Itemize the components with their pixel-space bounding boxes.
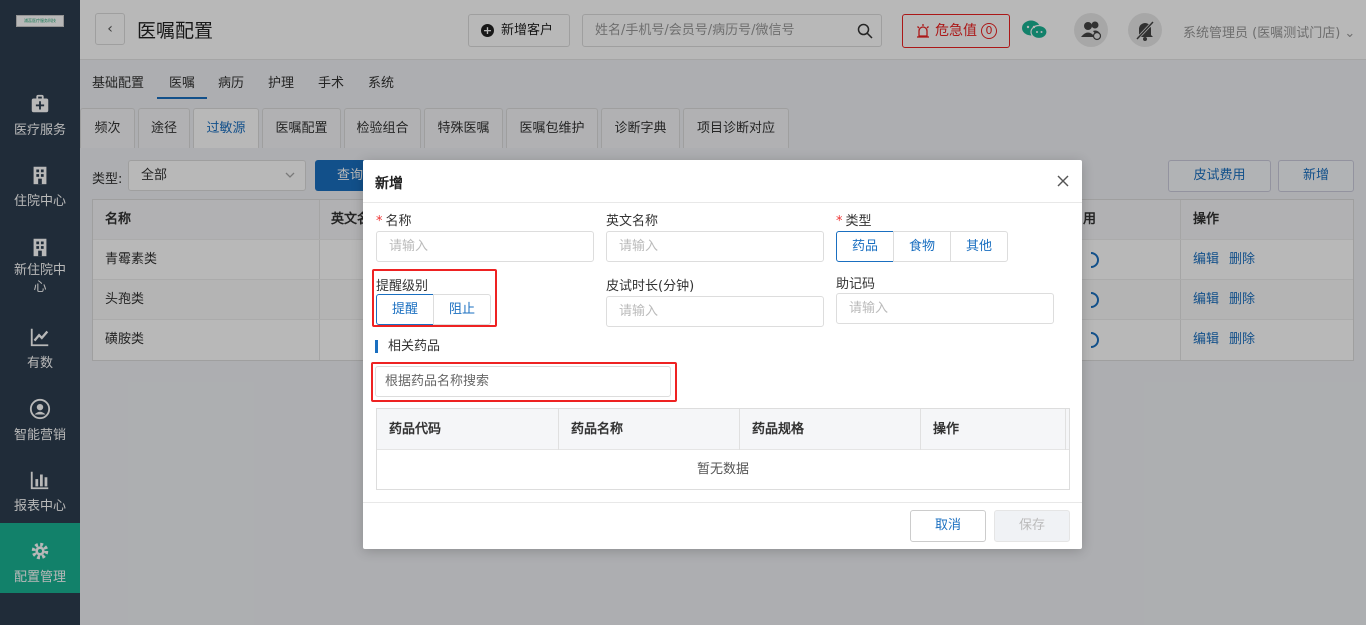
mnemonic-label: 助记码 bbox=[836, 277, 876, 292]
empty-state-text: 暂无数据 bbox=[696, 462, 749, 477]
type-option-drug[interactable]: 药品 bbox=[836, 231, 894, 262]
cancel-button[interactable]: 取消 bbox=[910, 510, 986, 542]
drug-table-header: 药品代码 药品名称 药品规格 操作 bbox=[377, 409, 1069, 450]
skin-test-duration-label: 皮试时长(分钟) bbox=[606, 279, 695, 294]
dialog-divider bbox=[363, 202, 1082, 203]
name-label: * 名称 bbox=[376, 214, 412, 229]
mnemonic-input[interactable] bbox=[836, 293, 1054, 324]
close-icon[interactable] bbox=[1056, 174, 1070, 188]
related-drugs-title: 相关药品 bbox=[375, 340, 440, 353]
col-drug-name: 药品名称 bbox=[571, 422, 624, 437]
col-drug-code: 药品代码 bbox=[389, 422, 442, 437]
related-drugs-table: 药品代码 药品名称 药品规格 操作 暂无数据 bbox=[376, 408, 1070, 490]
col-drug-actions: 操作 bbox=[933, 422, 960, 437]
name-input[interactable] bbox=[376, 231, 594, 262]
col-drug-spec: 药品规格 bbox=[752, 422, 805, 437]
highlight-box bbox=[371, 362, 677, 402]
footer-divider bbox=[363, 502, 1082, 503]
dialog-title: 新增 bbox=[375, 176, 403, 192]
type-segmented: 药品 食物 其他 bbox=[836, 231, 1008, 262]
add-allergen-dialog: 新增 *名称 英文名称 *类型 药品 食物 其他 提醒级别 提醒 阻止 皮试时长… bbox=[363, 160, 1082, 549]
highlight-box bbox=[372, 269, 497, 327]
required-mark: * bbox=[376, 214, 383, 229]
required-mark: * bbox=[836, 214, 843, 229]
english-name-input[interactable] bbox=[606, 231, 824, 262]
english-name-label: 英文名称 bbox=[606, 214, 659, 229]
type-label: * 类型 bbox=[836, 214, 872, 229]
type-option-food[interactable]: 食物 bbox=[893, 231, 951, 262]
type-option-other[interactable]: 其他 bbox=[950, 231, 1008, 262]
save-button[interactable]: 保存 bbox=[994, 510, 1070, 542]
skin-test-duration-input[interactable] bbox=[606, 296, 824, 327]
